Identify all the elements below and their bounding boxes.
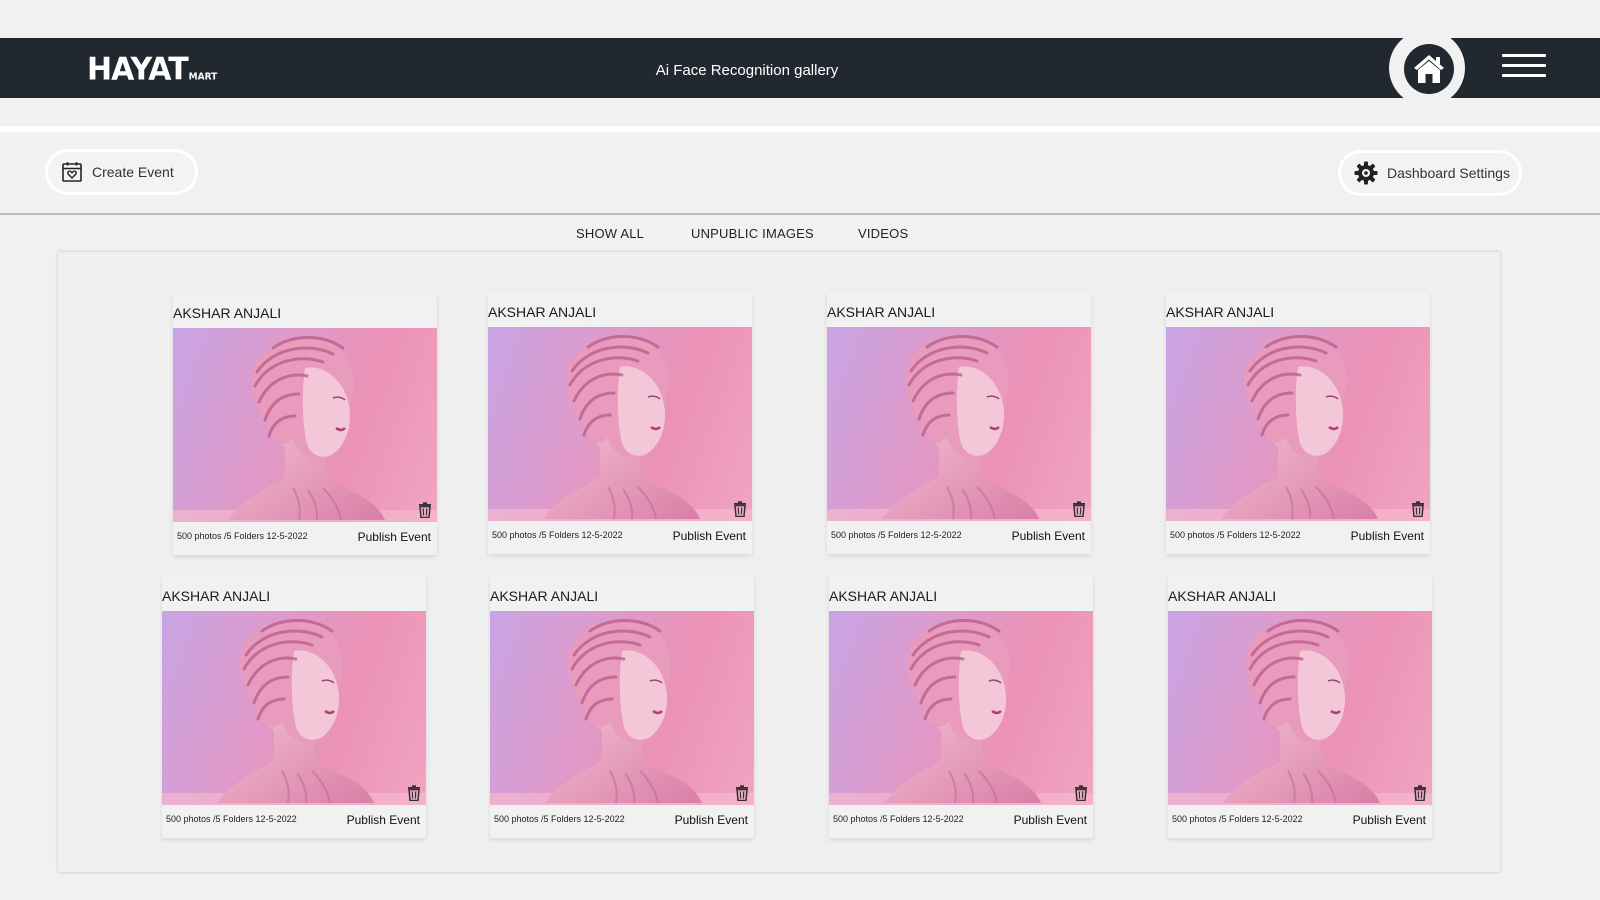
event-meta: 500 photos /5 Folders 12-5-2022 <box>1170 530 1301 540</box>
face-sculpture-illustration <box>827 335 1091 521</box>
event-card[interactable]: AKSHAR ANJALI 500 photos /5 Folders 12-5… <box>829 576 1093 838</box>
publish-event-button[interactable]: Publish Event <box>1351 529 1424 543</box>
trash-icon <box>736 785 748 801</box>
create-event-button[interactable]: Create Event <box>48 152 195 192</box>
event-title: AKSHAR ANJALI <box>173 305 282 321</box>
event-card[interactable]: AKSHAR ANJALI 500 photos /5 Folders 12-5… <box>162 576 426 838</box>
header-divider-strip <box>0 126 1600 132</box>
create-event-label: Create Event <box>92 164 174 180</box>
trash-icon <box>734 501 746 517</box>
publish-event-button[interactable]: Publish Event <box>675 813 748 827</box>
delete-event-button[interactable] <box>735 785 749 801</box>
event-meta: 500 photos /5 Folders 12-5-2022 <box>166 814 297 824</box>
dashboard-settings-button[interactable]: Dashboard Settings <box>1341 153 1519 193</box>
event-card[interactable]: AKSHAR ANJALI 500 photos /5 Folders 12-5… <box>1168 576 1432 838</box>
trash-icon <box>1414 785 1426 801</box>
face-sculpture-illustration <box>173 336 437 522</box>
event-cover-image[interactable] <box>829 611 1093 805</box>
page-title: Ai Face Recognition gallery <box>655 62 839 79</box>
tab-videos[interactable]: VIDEOS <box>858 226 908 241</box>
publish-event-button[interactable]: Publish Event <box>1014 813 1087 827</box>
event-meta: 500 photos /5 Folders 12-5-2022 <box>492 530 623 540</box>
calendar-heart-icon <box>61 161 83 183</box>
publish-event-button[interactable]: Publish Event <box>358 530 431 544</box>
event-card[interactable]: AKSHAR ANJALI 500 photos /5 Folders 12-5… <box>827 292 1091 554</box>
event-cover-image[interactable] <box>490 611 754 805</box>
delete-event-button[interactable] <box>418 502 432 518</box>
face-sculpture-illustration <box>162 619 426 805</box>
trash-icon <box>408 785 420 801</box>
event-title: AKSHAR ANJALI <box>1166 304 1275 320</box>
event-title: AKSHAR ANJALI <box>829 588 938 604</box>
event-card[interactable]: AKSHAR ANJALI 500 photos /5 Folders 12-5… <box>490 576 754 838</box>
publish-event-button[interactable]: Publish Event <box>1353 813 1426 827</box>
publish-event-button[interactable]: Publish Event <box>673 529 746 543</box>
trash-icon <box>1075 785 1087 801</box>
event-meta: 500 photos /5 Folders 12-5-2022 <box>831 530 962 540</box>
tab-unpublic-images[interactable]: UNPUBLIC IMAGES <box>691 226 814 241</box>
tab-show-all[interactable]: SHOW ALL <box>576 226 644 241</box>
event-cover-image[interactable] <box>162 611 426 805</box>
trash-icon <box>1412 501 1424 517</box>
face-sculpture-illustration <box>1168 619 1432 805</box>
event-meta: 500 photos /5 Folders 12-5-2022 <box>177 531 308 541</box>
dashboard-settings-label: Dashboard Settings <box>1387 165 1510 181</box>
event-card[interactable]: AKSHAR ANJALI 500 photos /5 Folders 12-5… <box>488 292 752 554</box>
home-button[interactable] <box>1404 44 1454 94</box>
event-title: AKSHAR ANJALI <box>1168 588 1277 604</box>
delete-event-button[interactable] <box>1074 785 1088 801</box>
brand-logo[interactable]: HAYATMART <box>87 51 218 88</box>
gear-icon <box>1354 161 1378 185</box>
event-cover-image[interactable] <box>488 327 752 521</box>
event-meta: 500 photos /5 Folders 12-5-2022 <box>833 814 964 824</box>
hamburger-menu-button[interactable] <box>1502 54 1548 80</box>
hamburger-menu-icon <box>1502 54 1546 57</box>
publish-event-button[interactable]: Publish Event <box>347 813 420 827</box>
event-card[interactable]: AKSHAR ANJALI 500 photos /5 Folders 12-5… <box>173 293 437 555</box>
home-icon <box>1414 55 1444 83</box>
delete-event-button[interactable] <box>733 501 747 517</box>
delete-event-button[interactable] <box>1072 501 1086 517</box>
event-cover-image[interactable] <box>1168 611 1432 805</box>
event-title: AKSHAR ANJALI <box>488 304 597 320</box>
trash-icon <box>419 502 431 518</box>
toolbar-divider <box>0 213 1600 215</box>
event-title: AKSHAR ANJALI <box>827 304 936 320</box>
event-cover-image[interactable] <box>1166 327 1430 521</box>
publish-event-button[interactable]: Publish Event <box>1012 529 1085 543</box>
face-sculpture-illustration <box>488 335 752 521</box>
delete-event-button[interactable] <box>407 785 421 801</box>
event-meta: 500 photos /5 Folders 12-5-2022 <box>494 814 625 824</box>
hamburger-line <box>1502 64 1546 67</box>
face-sculpture-illustration <box>490 619 754 805</box>
event-cover-image[interactable] <box>827 327 1091 521</box>
delete-event-button[interactable] <box>1411 501 1425 517</box>
face-sculpture-illustration <box>1166 335 1430 521</box>
event-title: AKSHAR ANJALI <box>490 588 599 604</box>
event-title: AKSHAR ANJALI <box>162 588 271 604</box>
face-sculpture-illustration <box>829 619 1093 805</box>
delete-event-button[interactable] <box>1413 785 1427 801</box>
event-card[interactable]: AKSHAR ANJALI 500 photos /5 Folders 12-5… <box>1166 292 1430 554</box>
trash-icon <box>1073 501 1085 517</box>
hamburger-line <box>1502 74 1546 77</box>
event-meta: 500 photos /5 Folders 12-5-2022 <box>1172 814 1303 824</box>
brand-logo-sub: MART <box>188 72 218 83</box>
brand-logo-main: HAYAT <box>87 51 189 88</box>
event-cover-image[interactable] <box>173 328 437 522</box>
